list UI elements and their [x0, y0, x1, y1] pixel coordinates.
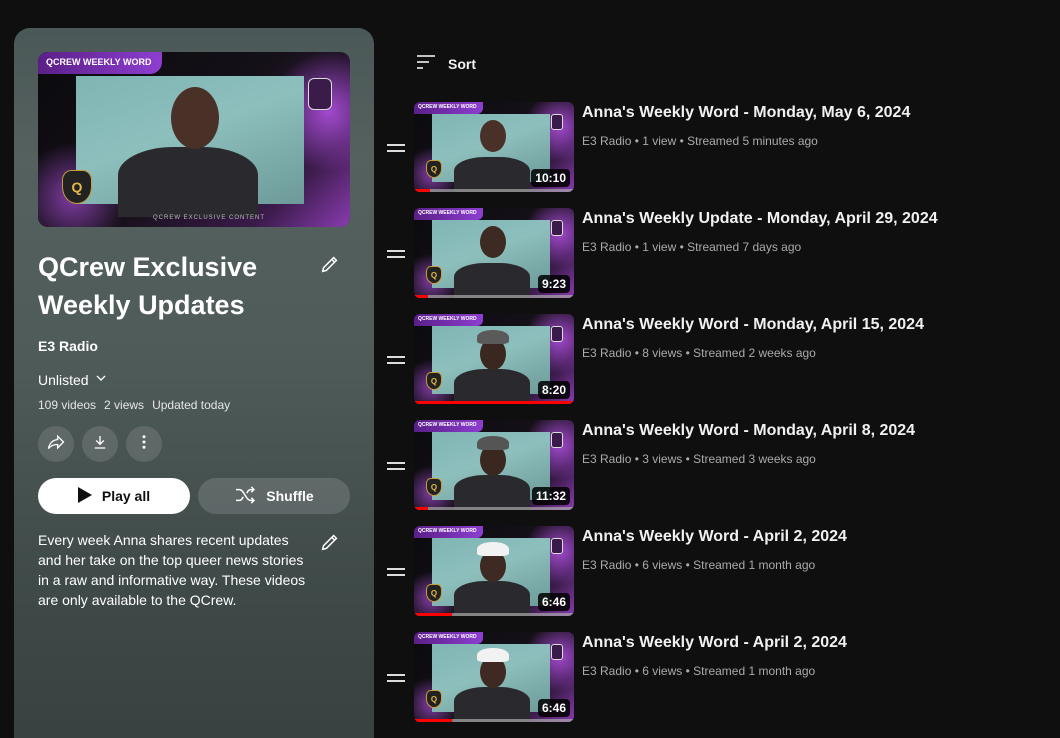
video-row[interactable]: QCREW WEEKLY WORD Q 11:32 Anna's Weekly … [386, 420, 1046, 512]
video-meta: E3 Radio • 1 view • Streamed 7 days ago [582, 240, 802, 254]
watch-progress-fill [414, 295, 429, 298]
play-all-label: Play all [101, 488, 151, 504]
shuffle-icon [234, 485, 256, 507]
video-title[interactable]: Anna's Weekly Word - Monday, May 6, 2024 [582, 104, 910, 122]
sort-label: Sort [448, 55, 476, 72]
video-thumbnail[interactable]: QCREW WEEKLY WORD Q 6:46 [414, 632, 574, 722]
playlist-stats: 109 videos 2 views Updated today [38, 398, 230, 412]
more-options-button[interactable] [126, 426, 162, 462]
thumbnail-tag: QCREW WEEKLY WORD [414, 102, 483, 114]
video-duration: 8:20 [537, 381, 570, 399]
shuffle-label: Shuffle [266, 488, 314, 504]
video-thumbnail[interactable]: QCREW WEEKLY WORD Q 11:32 [414, 420, 574, 510]
video-meta: E3 Radio • 1 view • Streamed 5 minutes a… [582, 134, 818, 148]
video-duration: 11:32 [531, 487, 570, 505]
watch-progress-bar [414, 719, 574, 722]
video-thumbnail[interactable]: QCREW WEEKLY WORD Q 9:23 [414, 208, 574, 298]
watch-progress-bar [414, 613, 574, 616]
drag-handle-icon[interactable] [386, 674, 406, 684]
video-row[interactable]: QCREW WEEKLY WORD Q 10:10 Anna's Weekly … [386, 102, 1046, 194]
thumbnail-tag: QCREW WEEKLY WORD [414, 632, 483, 644]
edit-title-icon[interactable] [319, 253, 341, 275]
channel-name[interactable]: E3 Radio [38, 338, 98, 354]
download-icon [91, 433, 109, 456]
sort-icon [416, 54, 436, 73]
video-title[interactable]: Anna's Weekly Word - Monday, April 15, 2… [582, 316, 924, 334]
watch-progress-fill [414, 507, 429, 510]
drag-handle-icon[interactable] [386, 356, 406, 366]
video-meta: E3 Radio • 6 views • Streamed 1 month ag… [582, 558, 816, 572]
privacy-dropdown[interactable]: Unlisted [38, 370, 109, 389]
thumbnail-tag: QCREW WEEKLY WORD [414, 208, 483, 220]
video-thumbnail[interactable]: QCREW WEEKLY WORD Q 10:10 [414, 102, 574, 192]
thumbnail-art: QCREW WEEKLY WORD Q QCREW EXCLUSIVE CONT… [38, 52, 350, 227]
watch-progress-fill [414, 401, 574, 404]
video-title[interactable]: Anna's Weekly Word - April 2, 2024 [582, 634, 847, 652]
chevron-down-icon [93, 370, 109, 389]
share-button[interactable] [38, 426, 74, 462]
video-title[interactable]: Anna's Weekly Update - Monday, April 29,… [582, 210, 938, 228]
thumbnail-footer: QCREW EXCLUSIVE CONTENT [153, 215, 266, 221]
updated-text: Updated today [152, 398, 231, 412]
watch-progress-bar [414, 189, 574, 192]
video-meta: E3 Radio • 3 views • Streamed 3 weeks ag… [582, 452, 816, 466]
watch-progress-bar [414, 401, 574, 404]
more-vertical-icon [135, 433, 153, 456]
drag-handle-icon[interactable] [386, 462, 406, 472]
drag-handle-icon[interactable] [386, 250, 406, 260]
video-row[interactable]: QCREW WEEKLY WORD Q 8:20 Anna's Weekly W… [386, 314, 1046, 406]
share-icon [46, 432, 66, 457]
video-thumbnail[interactable]: QCREW WEEKLY WORD Q 6:46 [414, 526, 574, 616]
watch-progress-fill [414, 189, 430, 192]
video-meta: E3 Radio • 8 views • Streamed 2 weeks ag… [582, 346, 816, 360]
thumbnail-tag: QCREW WEEKLY WORD [414, 420, 483, 432]
video-thumbnail[interactable]: QCREW WEEKLY WORD Q 8:20 [414, 314, 574, 404]
playlist-title: QCrew Exclusive Weekly Updates [38, 252, 258, 320]
drag-handle-icon[interactable] [386, 144, 406, 154]
video-duration: 10:10 [531, 169, 570, 187]
playlist-description: Every week Anna shares recent updates an… [38, 532, 306, 608]
watch-progress-fill [414, 719, 453, 722]
thumbnail-tag: QCREW WEEKLY WORD [414, 314, 483, 326]
play-all-button[interactable]: Play all [38, 478, 190, 514]
edit-description-icon[interactable] [319, 531, 341, 553]
video-row[interactable]: QCREW WEEKLY WORD Q 9:23 Anna's Weekly U… [386, 208, 1046, 300]
video-title[interactable]: Anna's Weekly Word - Monday, April 8, 20… [582, 422, 915, 440]
video-meta: E3 Radio • 6 views • Streamed 1 month ag… [582, 664, 816, 678]
watch-progress-fill [414, 613, 453, 616]
video-count: 109 videos [38, 398, 97, 412]
sort-button[interactable]: Sort [416, 54, 476, 73]
video-duration: 6:46 [537, 699, 570, 717]
video-title[interactable]: Anna's Weekly Word - April 2, 2024 [582, 528, 847, 546]
shuffle-button[interactable]: Shuffle [198, 478, 350, 514]
playlist-thumbnail[interactable]: QCREW WEEKLY WORD Q QCREW EXCLUSIVE CONT… [38, 52, 350, 227]
video-row[interactable]: QCREW WEEKLY WORD Q 6:46 Anna's Weekly W… [386, 526, 1046, 618]
video-duration: 6:46 [537, 593, 570, 611]
watch-progress-bar [414, 507, 574, 510]
video-duration: 9:23 [537, 275, 570, 293]
view-count: 2 views [104, 398, 145, 412]
video-row[interactable]: QCREW WEEKLY WORD Q 6:46 Anna's Weekly W… [386, 632, 1046, 724]
drag-handle-icon[interactable] [386, 568, 406, 578]
thumbnail-tag: QCREW WEEKLY WORD [38, 52, 162, 74]
play-icon [77, 486, 92, 506]
privacy-label: Unlisted [38, 371, 89, 388]
playlist-header-panel: QCREW WEEKLY WORD Q QCREW EXCLUSIVE CONT… [14, 28, 374, 738]
watch-progress-bar [414, 295, 574, 298]
download-button[interactable] [82, 426, 118, 462]
thumbnail-tag: QCREW WEEKLY WORD [414, 526, 483, 538]
